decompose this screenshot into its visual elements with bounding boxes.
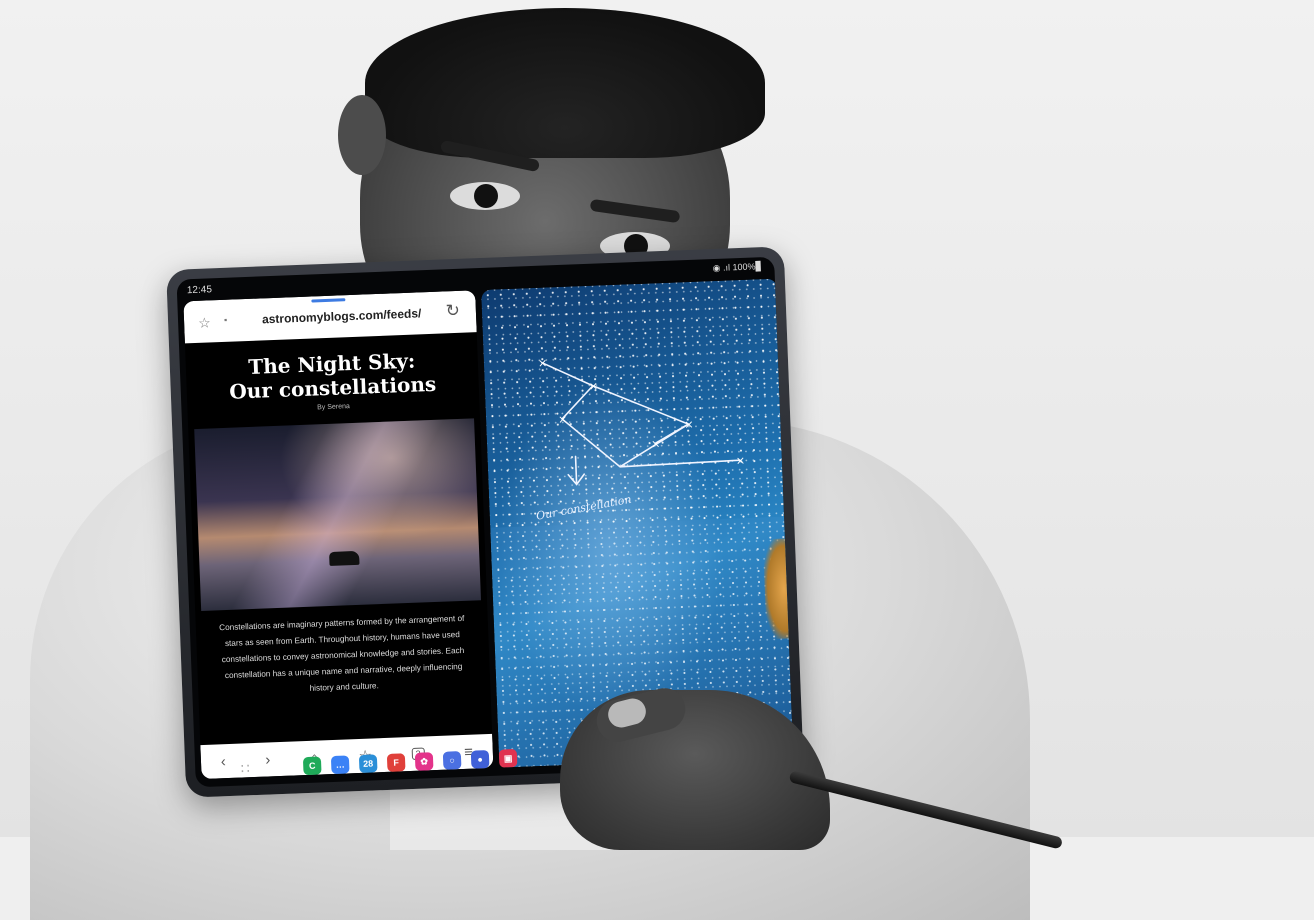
- car-silhouette: [329, 550, 360, 566]
- person-eye-left: [450, 182, 520, 210]
- reload-icon[interactable]: ↻: [445, 301, 460, 322]
- article-photo-milky-way: [194, 418, 481, 611]
- phone-app-icon[interactable]: C: [302, 756, 322, 776]
- person-ear: [338, 95, 386, 175]
- article-title: The Night Sky: Our constellations: [185, 346, 479, 405]
- status-time: 12:45: [186, 284, 213, 297]
- window-drag-handle[interactable]: [311, 298, 346, 303]
- svg-text:×: ×: [684, 418, 694, 431]
- bixby-app-icon[interactable]: ✿: [414, 752, 434, 771]
- url-bar[interactable]: ☆ ▪ astronomyblogs.com/feeds/ ↻: [183, 290, 477, 344]
- messages-app-icon[interactable]: …: [330, 755, 350, 775]
- calendar-app-icon[interactable]: 28: [358, 754, 378, 774]
- flipboard-app-icon[interactable]: F: [386, 753, 406, 772]
- svg-text:×: ×: [538, 357, 548, 370]
- flow-app-icon[interactable]: ○: [442, 751, 462, 770]
- status-signal-battery: ◉ .ıl 100%▊: [712, 261, 763, 274]
- camera-app-icon[interactable]: ▣: [498, 748, 518, 768]
- browser-window: ☆ ▪ astronomyblogs.com/feeds/ ↻ The Nigh…: [183, 290, 494, 780]
- svg-text:×: ×: [589, 380, 599, 393]
- app-dock: C … 28 F ✿ ○ ● ▣: [302, 748, 518, 776]
- svg-text:×: ×: [558, 413, 568, 426]
- url-text[interactable]: astronomyblogs.com/feeds/: [262, 306, 422, 326]
- screen-recorder-app-icon[interactable]: ●: [470, 750, 490, 769]
- autumn-tree: [762, 538, 791, 640]
- svg-text:×: ×: [736, 454, 746, 467]
- star-icon[interactable]: ☆: [198, 314, 211, 331]
- article-body: Constellations are imaginary patterns fo…: [219, 613, 465, 693]
- person-hair: [365, 8, 765, 158]
- lock-icon: ▪: [223, 314, 228, 325]
- svg-text:×: ×: [651, 437, 661, 450]
- apps-grid-icon[interactable]: ∷: [225, 759, 266, 778]
